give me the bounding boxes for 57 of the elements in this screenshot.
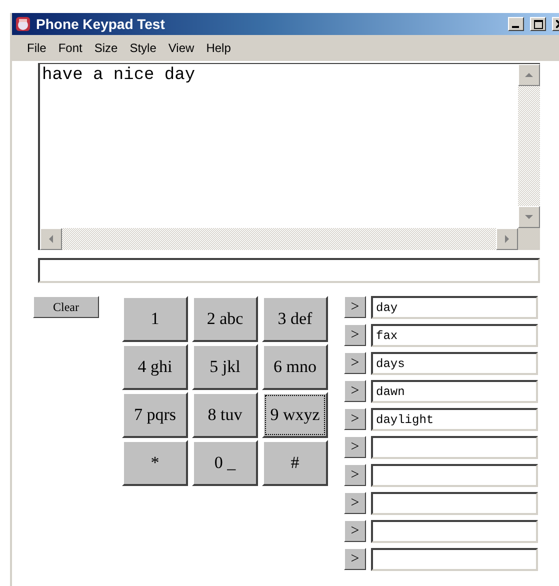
up-arrow-icon [524,70,534,80]
suggestion-field[interactable] [371,464,538,487]
menu-item[interactable]: View [163,41,202,55]
vertical-scrollbar[interactable] [518,64,540,228]
menu-item[interactable]: Help [201,41,238,55]
keypad-key[interactable]: 5 jkl [192,344,258,390]
suggestion-field[interactable]: days [371,352,538,375]
keypad-key[interactable]: 1 [122,296,188,342]
suggestion-field[interactable] [371,548,538,571]
scroll-right-button[interactable] [496,228,518,250]
horizontal-scrollbar[interactable] [40,228,518,250]
suggestion-field[interactable]: fax [371,324,538,347]
select-suggestion-button[interactable]: > [344,492,366,514]
select-suggestion-button[interactable]: > [344,436,366,458]
select-suggestion-button[interactable]: > [344,352,366,374]
right-arrow-icon [502,234,512,244]
window-title: Phone Keypad Test [36,16,166,32]
select-suggestion-button[interactable]: > [344,324,366,346]
select-suggestion-button[interactable]: > [344,296,366,318]
scroll-down-button[interactable] [518,206,540,228]
select-suggestion-button[interactable]: > [344,520,366,542]
suggestion-field[interactable]: dawn [371,380,538,403]
keypad-key[interactable]: 3 def [262,296,328,342]
text-area[interactable]: have a nice day [38,63,540,250]
select-suggestion-button[interactable]: > [344,408,366,430]
keypad-key[interactable]: * [122,440,188,486]
scrollbar-corner [518,228,540,250]
menu-item[interactable]: Style [124,41,164,55]
keypad-key[interactable]: 0 _ [192,440,258,486]
scroll-up-button[interactable] [518,64,540,86]
suggestion-field[interactable] [371,492,538,515]
keypad-key[interactable]: 7 pqrs [122,392,188,438]
maximize-icon [534,20,542,28]
suggestion-field[interactable]: day [371,296,538,319]
select-suggestion-button[interactable]: > [344,548,366,570]
app-icon [14,15,32,33]
menu-item[interactable]: Size [89,41,125,55]
keypad-key[interactable]: 8 tuv [192,392,258,438]
select-suggestion-button[interactable]: > [344,464,366,486]
text-content: have a nice day [41,65,196,87]
suggestion-field[interactable]: daylight [371,408,538,431]
keypad-key[interactable]: 6 mno [262,344,328,390]
minimize-button[interactable] [508,17,524,31]
keypad-key[interactable]: # [262,440,328,486]
menu-item[interactable]: Font [53,41,90,55]
input-field[interactable] [38,258,540,283]
menu-item[interactable]: File [22,41,54,55]
select-suggestion-button[interactable]: > [344,380,366,402]
maximize-button[interactable] [530,17,546,31]
keypad-key[interactable]: 4 ghi [122,344,188,390]
scroll-left-button[interactable] [40,228,62,250]
keypad-key[interactable]: 9 wxyz [262,392,328,438]
suggestion-field[interactable] [371,436,538,459]
suggestion-field[interactable] [371,520,538,543]
down-arrow-icon [524,212,534,222]
clear-button[interactable]: Clear [33,296,99,318]
keypad-key[interactable]: 2 abc [192,296,258,342]
